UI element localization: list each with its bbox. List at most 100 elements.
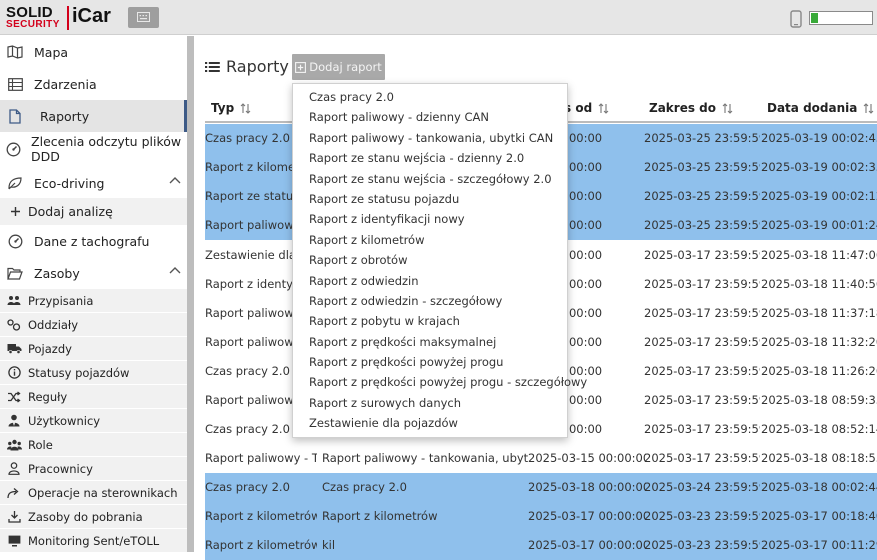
dropdown-option[interactable]: Raport z prędkości maksymalnej [293, 332, 567, 352]
cell-zakres-do: 2025-03-17 23:59:59 [644, 422, 760, 436]
sidebar-item-zasoby[interactable]: Zasoby [0, 257, 187, 289]
sidebar-subitem-reguly[interactable]: Reguły [0, 385, 187, 408]
sidebar-item-raporty[interactable]: Raporty [0, 100, 187, 132]
plus-icon [5, 206, 25, 217]
sidebar-item-label: Monitoring Sent/eTOLL [28, 533, 160, 548]
cell-typ: Czas pracy 2.0 [205, 480, 290, 494]
cell-data-dodania: 2025-03-18 08:18:55 [761, 451, 877, 465]
dropdown-option[interactable]: Raport ze stanu wejścia - szczegółowy 2.… [293, 169, 567, 189]
sidebar-item-label: Zasoby [34, 265, 80, 281]
cell-data-dodania: 2025-03-18 08:52:14 [761, 422, 877, 436]
dropdown-option[interactable]: Zestawienie dla pojazdów [293, 413, 567, 433]
table-row[interactable]: Raport paliwowy - Ta... Raport paliwowy -… [205, 444, 877, 473]
cell-zakres-do: 2025-03-25 23:59:59 [644, 160, 760, 174]
table-row[interactable]: Raport z kilometrów Raport z kilometrów 20… [205, 502, 877, 531]
keyboard-icon [137, 12, 150, 22]
cell-data-dodania: 2025-03-19 00:02:45 [761, 131, 877, 145]
cell-zakres-do: 2025-03-24 23:59:59 [644, 480, 760, 494]
cell-data-dodania: 2025-03-18 11:26:26 [761, 364, 877, 378]
cell-data-dodania: 2025-03-19 00:02:12 [761, 189, 877, 203]
keyboard-button[interactable] [128, 7, 159, 28]
chevron-up-icon [169, 267, 181, 274]
truck-icon [6, 343, 22, 354]
dropdown-option[interactable]: Raport paliwowy - tankowania, ubytki CAN [293, 128, 567, 148]
chevron-up-icon [169, 177, 181, 184]
dropdown-option[interactable]: Raport z odwiedzin - szczegółowy [293, 291, 567, 311]
logo-separator [67, 6, 69, 30]
share-arrow-icon [6, 487, 22, 499]
sidebar-item-label: Raporty [40, 108, 90, 124]
cell-zakres-do: 2025-03-17 23:59:59 [644, 451, 760, 465]
sidebar-subitem-monitoring-sent-etoll[interactable]: Monitoring Sent/eTOLL [0, 529, 187, 552]
sidebar-subitem-zasoby-do-pobrania[interactable]: Zasoby do pobrania [0, 505, 187, 528]
solid-security-logo: SOLID SECURITY [6, 5, 66, 31]
sidebar-item-zlecenia-ddd[interactable]: Zlecenia odczytu plików DDD [0, 133, 187, 165]
table-row[interactable]: Raport z kilometrów kil 2025-03-17 00:00:0… [205, 531, 877, 560]
dropdown-option[interactable]: Raport z obrotów [293, 250, 567, 270]
sidebar-subitem-pojazdy[interactable]: Pojazdy [0, 337, 187, 360]
table-row[interactable]: Czas pracy 2.0 Czas pracy 2.0 2025-03-18 0… [205, 473, 877, 502]
dropdown-option[interactable]: Raport z prędkości powyżej progu [293, 352, 567, 372]
cell-typ: Raport z kilometrów [205, 509, 317, 523]
sidebar-subitem-role[interactable]: Role [0, 433, 187, 456]
column-typ[interactable]: Typ [211, 93, 251, 123]
dropdown-option[interactable]: Raport z identyfikacji nowy [293, 209, 567, 229]
dropdown-option[interactable]: Raport z surowych danych [293, 393, 567, 413]
logo-line2: SECURITY [6, 19, 60, 30]
sidebar-subitem-przypisania[interactable]: Przypisania [0, 289, 187, 312]
dropdown-option[interactable]: Raport paliwowy - dzienny CAN [293, 107, 567, 127]
sidebar-item-label: Zlecenia odczytu plików DDD [31, 134, 182, 164]
sidebar-item-label: Pojazdy [28, 341, 72, 356]
user-icon [6, 462, 22, 475]
sidebar-item-mapa[interactable]: Mapa [0, 36, 187, 68]
sidebar-item-zdarzenia[interactable]: Zdarzenia [0, 68, 187, 100]
column-zakres-do[interactable]: Zakres do [649, 93, 733, 123]
sidebar-scrollbar[interactable] [187, 36, 194, 552]
table-list-icon [5, 77, 25, 91]
cell-zakres-od: 2025-03-18 00:00:00 [528, 480, 646, 494]
download-icon [6, 510, 22, 523]
dropdown-option[interactable]: Raport ze statusu pojazdu [293, 189, 567, 209]
column-zakres-od[interactable]: s od [564, 93, 609, 123]
sidebar-item-eco-driving[interactable]: Eco-driving [0, 167, 187, 199]
column-data-dodania[interactable]: Data dodania [767, 93, 874, 123]
gauge-icon [5, 234, 25, 249]
cell-typ: Raport paliwowy - Ta... [205, 451, 317, 465]
add-report-button[interactable]: Dodaj raport [292, 54, 385, 80]
column-label: Zakres do [649, 101, 716, 115]
sidebar-subitem-statusy-pojazdow[interactable]: Statusy pojazdów [0, 361, 187, 384]
cell-name: kil [322, 538, 336, 552]
sidebar-subitem-oddzialy[interactable]: Oddziały [0, 313, 187, 336]
add-report-label: Dodaj raport [309, 60, 382, 74]
roles-icon [6, 439, 22, 451]
dropdown-option[interactable]: Raport z prędkości powyżej progu - szcze… [293, 372, 587, 392]
cell-data-dodania: 2025-03-18 11:37:18 [761, 306, 877, 320]
dropdown-option[interactable]: Raport z kilometrów [293, 230, 567, 250]
logo-line1: SOLID [6, 4, 53, 21]
gauge-icon [5, 142, 22, 157]
users-icon [6, 295, 22, 306]
sidebar-subitem-uzytkownicy[interactable]: Użytkownicy [0, 409, 187, 432]
dropdown-option[interactable]: Czas pracy 2.0 [293, 87, 567, 107]
page-title: Raporty [205, 57, 289, 76]
sidebar-item-dane-tachografu[interactable]: Dane z tachografu [0, 225, 187, 257]
sidebar-subitem-pracownicy[interactable]: Pracownicy [0, 457, 187, 480]
cell-zakres-do: 2025-03-17 23:59:59 [644, 277, 760, 291]
dropdown-option[interactable]: Raport ze stanu wejścia - dzienny 2.0 [293, 148, 567, 168]
cell-zakres-do: 2025-03-23 23:59:59 [644, 538, 760, 552]
plus-square-icon [295, 61, 307, 73]
sidebar-item-label: Pracownicy [28, 461, 93, 476]
dropdown-option[interactable]: Raport z pobytu w krajach [293, 311, 567, 331]
sidebar-item-label: Operacje na sterownikach [28, 485, 178, 500]
sidebar-item-label: Eco-driving [34, 175, 105, 191]
dropdown-option[interactable]: Raport z odwiedzin [293, 271, 567, 291]
cell-zakres-do: 2025-03-17 23:59:59 [644, 335, 760, 349]
signal-level-bar [811, 13, 819, 23]
column-label: s od [564, 101, 593, 115]
top-bar: SOLID SECURITY iCar [0, 0, 877, 35]
sidebar-subitem-operacje-sterownikach[interactable]: Operacje na sterownikach [0, 481, 187, 504]
document-icon [5, 108, 25, 124]
sidebar-item-dodaj-analize[interactable]: Dodaj analizę [0, 198, 187, 225]
sidebar-item-label: Przypisania [28, 293, 94, 308]
cell-zakres-do: 2025-03-25 23:59:59 [644, 218, 760, 232]
